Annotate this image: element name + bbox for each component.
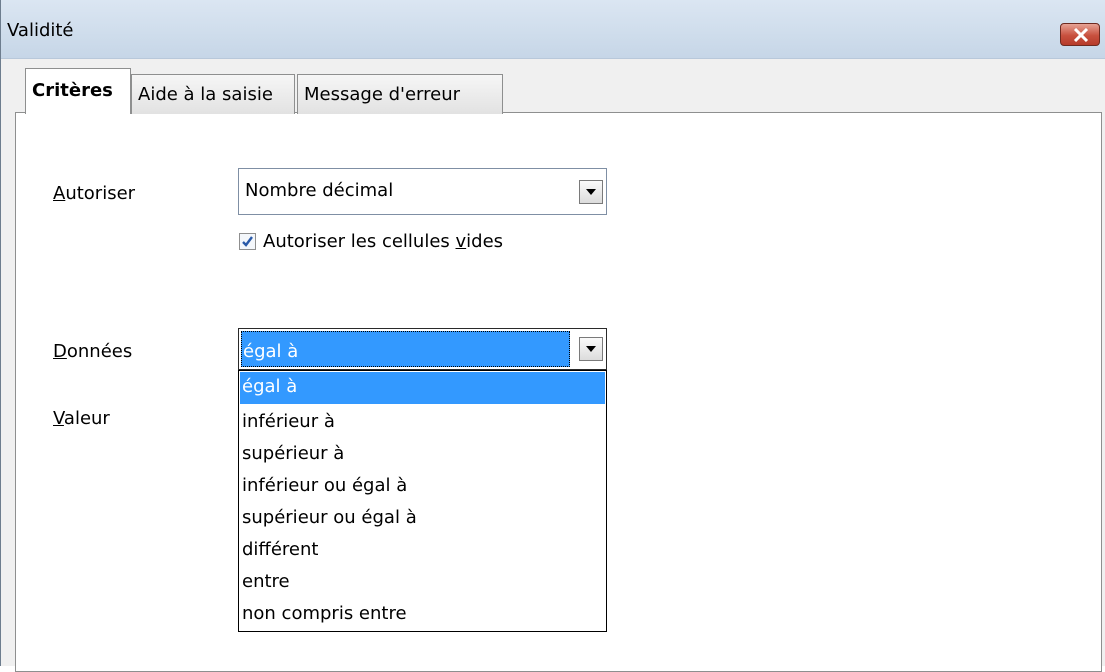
data-dropdown-button[interactable] xyxy=(579,337,603,361)
tab-criteria[interactable]: Critères xyxy=(25,68,131,114)
close-icon xyxy=(1073,28,1089,42)
allow-label-rest: utoriser xyxy=(65,183,136,204)
tab-criteria-label: Critères xyxy=(32,80,113,101)
data-label-accel: D xyxy=(53,341,67,362)
allow-select-value: Nombre décimal xyxy=(245,180,394,201)
allow-label-accel: A xyxy=(53,183,66,204)
chevron-down-icon xyxy=(586,346,596,352)
dropdown-option[interactable]: non compris entre xyxy=(240,599,605,631)
dropdown-option[interactable]: supérieur à xyxy=(240,439,605,471)
data-label: Données xyxy=(53,341,132,362)
window-title: Validité xyxy=(7,20,74,41)
dropdown-option[interactable]: différent xyxy=(240,535,605,567)
allow-empty-label-accel: v xyxy=(455,231,467,252)
dropdown-option[interactable]: supérieur ou égal à xyxy=(240,503,605,535)
allow-empty-label-pre: Autoriser les cellules xyxy=(263,231,456,252)
allow-select[interactable]: Nombre décimal xyxy=(238,168,607,215)
data-select-current: égal à xyxy=(241,331,570,367)
value-label-accel: V xyxy=(53,408,64,429)
dropdown-option[interactable]: inférieur ou égal à xyxy=(240,471,605,503)
allow-empty-label-post: ides xyxy=(466,231,504,252)
value-label-rest: aleur xyxy=(63,408,110,429)
allow-empty-checkbox[interactable] xyxy=(239,233,256,250)
data-label-rest: onnées xyxy=(66,341,133,362)
data-select-value: égal à xyxy=(243,341,299,362)
validity-dialog: Validité Critères Aide à la saisie Messa… xyxy=(0,0,1105,672)
data-select[interactable]: égal à xyxy=(238,328,607,370)
allow-dropdown-button[interactable] xyxy=(579,180,603,204)
tab-input-help-label: Aide à la saisie xyxy=(138,84,273,105)
allow-label: Autoriser xyxy=(53,183,135,204)
close-button[interactable] xyxy=(1060,23,1100,46)
dropdown-option[interactable]: inférieur à xyxy=(240,407,605,439)
dropdown-option[interactable]: entre xyxy=(240,567,605,599)
chevron-down-icon xyxy=(586,189,596,195)
checkmark-icon xyxy=(242,236,253,247)
data-dropdown-list: égal à inférieur à supérieur à inférieur… xyxy=(238,370,607,632)
tab-input-help[interactable]: Aide à la saisie xyxy=(131,74,295,114)
allow-empty-label[interactable]: Autoriser les cellules vides xyxy=(263,231,503,252)
dropdown-option[interactable]: égal à xyxy=(240,372,605,404)
tab-error-message-label: Message d'erreur xyxy=(304,84,461,105)
tab-error-message[interactable]: Message d'erreur xyxy=(297,74,503,114)
title-bar[interactable]: Validité xyxy=(1,0,1105,59)
value-label: Valeur xyxy=(53,408,110,429)
